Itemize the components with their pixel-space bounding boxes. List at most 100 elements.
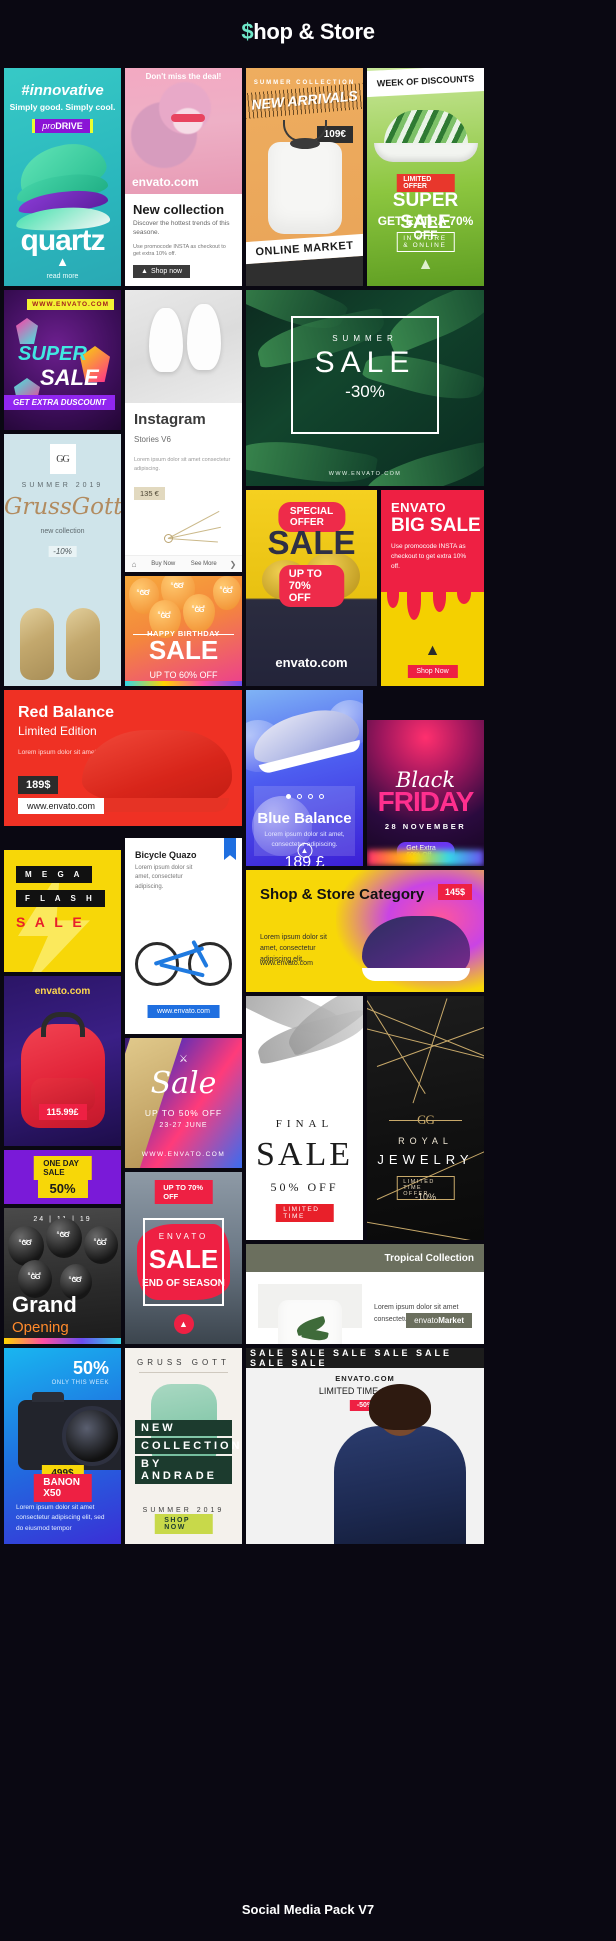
week-discounts-label: WEEK OF DISCOUNTS <box>376 73 475 89</box>
card-mega-flash[interactable]: M E G A F L A S H S A L E <box>4 850 121 972</box>
gradient-strip <box>367 850 484 866</box>
final-sale-title: SALE <box>256 1136 353 1173</box>
black-friday-date: 28 NOVEMBER <box>384 822 467 831</box>
card-birthday-sale[interactable]: GG SALE GG SALE GG SALE GG SALE GG SALE HAPPY… <box>125 576 242 686</box>
card-gruss-gott[interactable]: GG SUMMER 2019 GrussGott new collection … <box>4 434 121 686</box>
deal-text: Don't miss the deal! <box>145 72 222 81</box>
envato-domain: envato.com <box>132 175 199 190</box>
drip-shape <box>457 582 471 604</box>
card-week-discounts[interactable]: WEEK OF DISCOUNTS LIMITED OFFER SUPER SA… <box>367 68 484 286</box>
buy-now-button[interactable]: Buy Now <box>143 561 184 567</box>
card-gruss-collection[interactable]: GRUSS GOTT NEW COLLECTION BY ANDRADE SUM… <box>125 1348 242 1544</box>
shop-now-button[interactable]: SHOP NOW <box>154 1514 213 1534</box>
new-collection-desc: Discover the hottest trends of this seas… <box>133 220 230 237</box>
card-new-collection[interactable]: Don't miss the deal! envato.com New coll… <box>125 68 242 286</box>
jewel-ring <box>164 534 173 543</box>
page-footer: Social Media Pack V7 <box>0 1877 616 1941</box>
quartz-content: #innovative Simply good. Simply cool. pr… <box>4 68 121 286</box>
card-shop-category[interactable]: Shop & Store Category Lorem ipsum dolor … <box>246 870 484 992</box>
final-label: FINAL <box>275 1118 334 1130</box>
card-grand-opening[interactable]: 24 | 11 | 19 GGSALE GGSALE GGSALE GGSALE… <box>4 1208 121 1344</box>
card-backpack[interactable]: envato.com 115.99£ <box>4 976 121 1146</box>
dot[interactable] <box>307 794 313 799</box>
gruss-season: SUMMER 2019 <box>21 482 104 489</box>
divider <box>139 1372 228 1373</box>
chevron-up-icon[interactable]: ▲ <box>4 255 121 268</box>
tshirt-graphic <box>267 142 342 234</box>
dot[interactable] <box>296 794 302 799</box>
card-new-arrivals[interactable]: SUMMER COLLECTION NEW ARRIVALS 109€ ONLI… <box>246 68 363 286</box>
card-black-friday[interactable]: Black FRIDAY 28 NOVEMBER Get Extra 60% O… <box>367 720 484 866</box>
tropical-header: Tropical Collection <box>246 1244 484 1272</box>
quartz-read-more[interactable]: read more <box>4 273 121 280</box>
instagram-photo <box>125 290 242 403</box>
card-big-sale[interactable]: ENVATO BIG SALE Use promocode INSTA as c… <box>381 490 484 686</box>
card-bicycle[interactable]: Bicycle Quazo Lorem ipsum dolor sit amet… <box>125 838 242 1034</box>
tropical-photo <box>258 1284 362 1344</box>
big-sale-brand: ENVATO <box>391 500 447 515</box>
jewel-line <box>167 538 218 543</box>
card-blue-balance[interactable]: Blue Balance Lorem ipsum dolor sit amet,… <box>246 690 363 866</box>
balloon-logo: GG SALE <box>136 587 152 598</box>
jewelry-graphic <box>164 492 238 552</box>
card-sale-gradient[interactable]: ⚔ Sale UP TO 50% OFF 23-27 JUNE WWW.ENVA… <box>125 1038 242 1168</box>
instagram-lorem: Lorem ipsum dolor sit amet consectetur a… <box>134 457 231 472</box>
card-quartz[interactable]: #innovative Simply good. Simply cool. pr… <box>4 68 121 286</box>
dot-active[interactable] <box>285 794 291 799</box>
chevron-up-icon[interactable]: ▲ <box>367 256 484 274</box>
opening-label: Opening <box>12 1319 69 1336</box>
envato-domain: envato.com <box>275 655 348 670</box>
new-collection-body: New collection Discover the hottest tren… <box>125 194 242 286</box>
home-icon[interactable]: ⌂ <box>125 560 143 569</box>
card-instagram-stories[interactable]: Instagram Stories V6 Lorem ipsum dolor s… <box>125 290 242 572</box>
card-limited-offer[interactable]: SALE SALE SALE SALE SALE SALE SALE ENVAT… <box>246 1348 484 1544</box>
cap-brim <box>373 143 478 162</box>
red-balance-url[interactable]: www.envato.com <box>18 798 105 814</box>
gold-shoe-right <box>66 608 100 680</box>
sale-url: WWW.ENVATO.COM <box>141 1151 226 1158</box>
shop-now-button[interactable]: ▲ Shop now <box>133 264 191 278</box>
card-super-sale[interactable]: WWW.ENVATO.COM SUPER SALE GET EXTRA DUSC… <box>4 290 121 430</box>
drip-shape <box>407 582 421 620</box>
gg-logo: GG <box>367 1112 484 1128</box>
envato-domain: envato.com <box>34 986 91 997</box>
see-more-button[interactable]: See More <box>184 561 225 567</box>
chevron-right-icon[interactable]: ❯ <box>224 560 242 569</box>
one-day-sale-badge: ONE DAY SALE <box>33 1156 92 1180</box>
chevron-up-icon[interactable]: ▲ <box>381 642 484 660</box>
card-end-of-season[interactable]: UP TO 70% OFF ENVATO SALE END OF SEASON … <box>125 1172 242 1344</box>
card-tropical-collection[interactable]: Tropical Collection Lorem ipsum dolor si… <box>246 1244 484 1344</box>
card-special-offer[interactable]: SPECIAL OFFER SALE UP TO 70% OFF envato.… <box>246 490 377 686</box>
card-final-sale[interactable]: FINAL SALE 50% OFF LIMITED TIME <box>246 996 363 1240</box>
super-text: SUPER <box>18 343 87 365</box>
card-red-balance[interactable]: Red Balance Limited Edition Lorem ipsum … <box>4 690 242 826</box>
chevron-up-icon[interactable]: ▲ <box>297 843 312 858</box>
instagram-title: Instagram <box>134 411 206 429</box>
chevron-up-icon[interactable]: ▲ <box>173 1314 194 1334</box>
sale-text: SALE <box>40 365 99 390</box>
new-label: NEW <box>135 1420 232 1436</box>
shop-now-button[interactable]: Shop Now <box>407 665 458 678</box>
backpack-percent: 50% <box>37 1179 88 1198</box>
balloon-logo: GG SALE <box>157 610 173 620</box>
dot[interactable] <box>318 794 324 799</box>
camera-model: BANON X50 <box>33 1474 92 1502</box>
instagram-action-bar: ⌂ Buy Now See More ❯ <box>125 555 242 572</box>
carousel-dots[interactable] <box>246 794 363 799</box>
card-camera[interactable]: 50% ONLY THIS WEEK 499$ BANON X50 Lorem … <box>4 1348 121 1544</box>
balloon-logo: GG SALE <box>27 1271 43 1281</box>
big-sale-title: BIG SALE <box>391 515 481 536</box>
envato-link-button[interactable]: www.envato.com <box>147 1005 220 1018</box>
net-line <box>367 1221 484 1240</box>
camera-percent: 50% <box>72 1358 109 1378</box>
bicycle-title: Bicycle Quazo <box>135 850 197 860</box>
card-royal-jewelry[interactable]: GG ROYAL JEWELRY LIMITED TIME OFFER -10% <box>367 996 484 1240</box>
gg-logo: GG <box>49 444 76 474</box>
prodrive-drive: DRIVE <box>55 121 83 131</box>
birthday-upto: UP TO 60% OFF <box>149 670 218 680</box>
sneaker-left-graphic <box>149 308 183 372</box>
new-collection-block: NEW COLLECTION BY ANDRADE <box>135 1420 240 1486</box>
card-summer-palm[interactable]: SUMMER SALE -30% WWW.ENVATO.COM <box>246 290 484 486</box>
card-one-day-sale[interactable]: ONE DAY SALE 50% <box>4 1150 121 1204</box>
rainbow-strip <box>125 681 242 686</box>
